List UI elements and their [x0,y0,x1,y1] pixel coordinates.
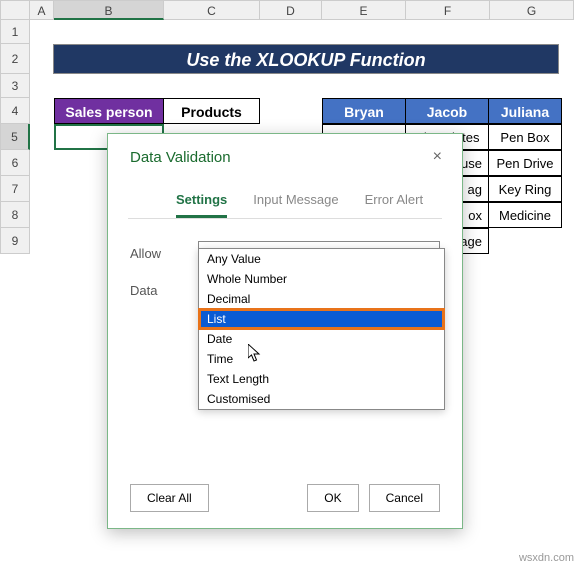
row-header-7[interactable]: 7 [0,176,30,202]
header-juliana[interactable]: Juliana [488,98,562,124]
option-time[interactable]: Time [199,349,444,369]
col-header-a[interactable]: A [30,0,54,20]
clear-all-button[interactable]: Clear All [130,484,209,512]
option-customised[interactable]: Customised [199,389,444,409]
cell-g8[interactable]: Medicine [488,202,562,228]
close-icon[interactable]: × [429,148,446,166]
option-text-length[interactable]: Text Length [199,369,444,389]
page-title: Use the XLOOKUP Function [53,44,559,74]
allow-dropdown: Any Value Whole Number Decimal List Date… [198,248,445,410]
header-sales-person[interactable]: Sales person [54,98,164,124]
watermark: wsxdn.com [519,552,574,564]
header-jacob[interactable]: Jacob [405,98,489,124]
allow-label: Allow [130,246,198,261]
row-header-8[interactable]: 8 [0,202,30,228]
row-header-2[interactable]: 2 [0,44,30,74]
col-header-b[interactable]: B [54,0,164,20]
header-products[interactable]: Products [163,98,260,124]
row-header-3[interactable]: 3 [0,74,30,98]
row-header-4[interactable]: 4 [0,98,30,124]
row-header-6[interactable]: 6 [0,150,30,176]
row-header-1[interactable]: 1 [0,20,30,44]
col-header-d[interactable]: D [260,0,322,20]
row-header-5[interactable]: 5 [0,124,30,150]
cell-g5[interactable]: Pen Box [488,124,562,150]
cell-g6[interactable]: Pen Drive [488,150,562,176]
option-list[interactable]: List [199,309,444,329]
tab-error-alert[interactable]: Error Alert [365,184,424,218]
option-decimal[interactable]: Decimal [199,289,444,309]
col-header-g[interactable]: G [490,0,574,20]
col-header-c[interactable]: C [164,0,260,20]
col-header-f[interactable]: F [406,0,490,20]
cell-g7[interactable]: Key Ring [488,176,562,202]
option-date[interactable]: Date [199,329,444,349]
option-whole-number[interactable]: Whole Number [199,269,444,289]
col-header-e[interactable]: E [322,0,406,20]
header-bryan[interactable]: Bryan [322,98,406,124]
select-all-corner[interactable] [0,0,30,20]
row-header-9[interactable]: 9 [0,228,30,254]
ok-button[interactable]: OK [307,484,358,512]
dialog-title: Data Validation [130,149,231,166]
data-label: Data [130,283,198,298]
tab-settings[interactable]: Settings [176,184,227,218]
option-any-value[interactable]: Any Value [199,249,444,269]
cancel-button[interactable]: Cancel [369,484,440,512]
tab-input-message[interactable]: Input Message [253,184,338,218]
